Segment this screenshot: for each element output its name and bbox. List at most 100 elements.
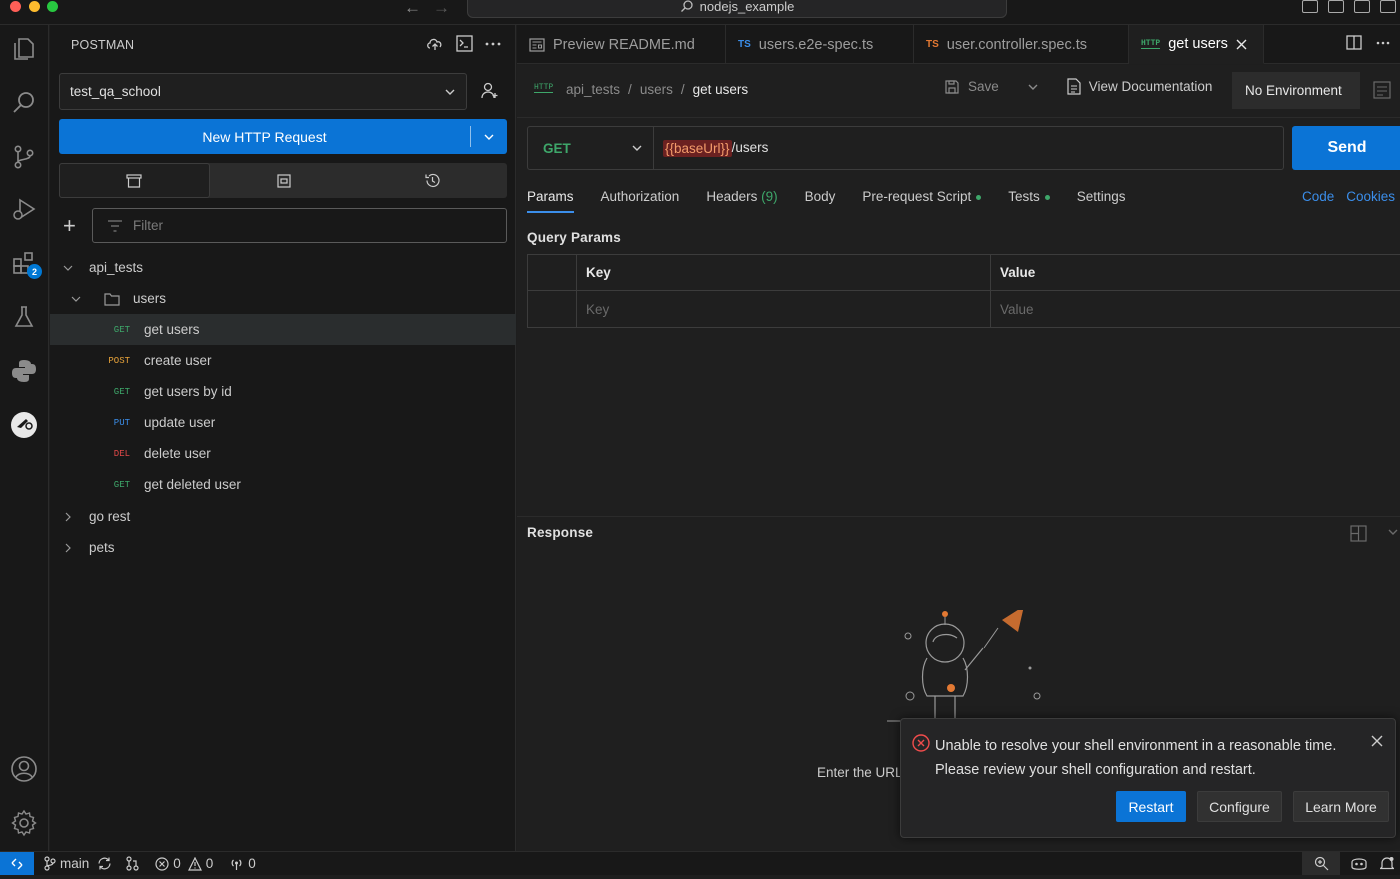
url-input[interactable]: {{baseUrl}} /users	[663, 139, 768, 157]
split-editor-icon[interactable]	[1346, 35, 1362, 50]
filter-input[interactable]: Filter	[92, 208, 507, 243]
request-toolbar: Save View Documentation	[944, 78, 1212, 95]
problems-indicator[interactable]: 0 0	[155, 856, 213, 871]
add-collection-button[interactable]: +	[63, 215, 76, 237]
request-row[interactable]: PUT update user	[50, 407, 516, 438]
sidebar-actions	[426, 35, 501, 52]
pull-request-indicator[interactable]	[126, 856, 139, 871]
http-icon: HTTP	[1141, 39, 1161, 49]
search-icon[interactable]	[8, 87, 40, 119]
environments-view-tab[interactable]	[210, 163, 359, 198]
tab-settings[interactable]: Settings	[1077, 189, 1126, 213]
forward-arrow-icon[interactable]: →	[433, 0, 450, 18]
python-icon[interactable]	[8, 355, 40, 387]
tab-users-e2e-spec[interactable]: TS users.e2e-spec.ts	[726, 25, 914, 64]
collection-name: go rest	[89, 509, 131, 524]
copilot-icon[interactable]	[1350, 856, 1368, 871]
view-documentation-button[interactable]: View Documentation	[1067, 78, 1212, 95]
tab-body[interactable]: Body	[805, 189, 836, 213]
request-row[interactable]: GET get users	[50, 314, 516, 345]
new-request-dropdown[interactable]	[471, 131, 507, 143]
request-row[interactable]: GET get users by id	[50, 376, 516, 407]
settings-gear-icon[interactable]	[8, 807, 40, 839]
chevron-down-icon[interactable]	[1027, 81, 1039, 93]
learn-more-button[interactable]: Learn More	[1293, 791, 1389, 822]
configure-button[interactable]: Configure	[1197, 791, 1282, 822]
postman-extension-icon[interactable]	[8, 409, 40, 441]
collection-row-api-tests[interactable]: api_tests	[50, 252, 516, 283]
history-view-tab[interactable]	[358, 163, 507, 198]
method-select[interactable]: GET	[528, 127, 654, 169]
tab-params[interactable]: Params	[527, 189, 574, 213]
value-input[interactable]: Value	[991, 291, 1400, 327]
sync-icon[interactable]	[97, 856, 112, 871]
request-row[interactable]: GET get deleted user	[50, 469, 516, 500]
request-row[interactable]: POST create user	[50, 345, 516, 376]
source-control-icon[interactable]	[8, 141, 40, 173]
tab-authorization[interactable]: Authorization	[601, 189, 680, 213]
send-button[interactable]: Send	[1292, 126, 1400, 170]
testing-icon[interactable]	[8, 301, 40, 333]
breadcrumb-collection[interactable]: api_tests	[566, 82, 620, 97]
tab-get-users[interactable]: HTTP get users	[1129, 25, 1264, 64]
toggle-secondary-sidebar-icon[interactable]	[1354, 0, 1370, 13]
tests-label: Tests	[1008, 189, 1040, 204]
explorer-icon[interactable]	[8, 33, 40, 65]
chevron-down-icon	[484, 134, 494, 140]
tab-tests[interactable]: Tests	[1008, 189, 1050, 213]
restart-button[interactable]: Restart	[1116, 791, 1186, 822]
key-column-header: Key	[577, 255, 991, 290]
toggle-panel-icon[interactable]	[1328, 0, 1344, 13]
broadcast-icon	[231, 859, 242, 870]
collection-row-pets[interactable]: pets	[50, 532, 516, 563]
more-actions-icon[interactable]	[485, 42, 501, 46]
cookies-link[interactable]: Cookies	[1346, 189, 1395, 204]
tab-pre-request-script[interactable]: Pre-request Script	[862, 189, 982, 213]
chevron-down-icon[interactable]	[1387, 526, 1399, 538]
tab-preview-readme[interactable]: Preview README.md	[517, 25, 726, 64]
folder-icon	[104, 292, 120, 306]
layout-toggle-icon[interactable]	[1350, 525, 1367, 542]
status-dot	[976, 194, 982, 200]
collection-row-go-rest[interactable]: go rest	[50, 501, 516, 532]
tab-user-controller-spec[interactable]: TS user.controller.spec.ts	[914, 25, 1129, 64]
ports-indicator[interactable]: 0	[229, 856, 256, 871]
folder-row-users[interactable]: users	[50, 283, 516, 314]
customize-layout-icon[interactable]	[1380, 0, 1396, 13]
workspace-select[interactable]: test_qa_school	[59, 73, 467, 110]
invite-user-icon[interactable]	[480, 81, 500, 101]
command-center-search[interactable]: nodejs_example	[467, 0, 1007, 18]
minimize-window-button[interactable]	[29, 1, 40, 12]
environment-select[interactable]: No Environment	[1232, 72, 1360, 109]
terminal-icon[interactable]	[456, 35, 473, 52]
branch-indicator[interactable]: main	[44, 856, 112, 871]
new-http-request-button[interactable]: New HTTP Request	[59, 119, 507, 154]
extensions-icon[interactable]: 2	[8, 247, 42, 279]
extensions-badge: 2	[27, 264, 42, 279]
save-button[interactable]: Save	[944, 79, 999, 95]
key-input[interactable]: Key	[577, 291, 991, 327]
breadcrumb-folder[interactable]: users	[640, 82, 673, 97]
collections-view-tab[interactable]	[59, 163, 210, 198]
account-icon[interactable]	[8, 753, 40, 785]
notifications-bell-icon[interactable]	[1380, 856, 1394, 871]
toggle-sidebar-icon[interactable]	[1302, 0, 1318, 13]
code-link[interactable]: Code	[1302, 189, 1334, 204]
close-window-button[interactable]	[10, 1, 21, 12]
pre-request-label: Pre-request Script	[862, 189, 972, 204]
zoom-indicator[interactable]	[1302, 852, 1340, 875]
cloud-upload-icon[interactable]	[426, 36, 444, 52]
back-arrow-icon[interactable]: ←	[404, 0, 421, 18]
response-divider[interactable]	[517, 516, 1400, 517]
row-checkbox-cell[interactable]	[528, 291, 577, 327]
remote-indicator[interactable]	[0, 852, 34, 875]
more-actions-icon[interactable]	[1376, 41, 1390, 45]
request-row[interactable]: DEL delete user	[50, 438, 516, 469]
tab-headers[interactable]: Headers (9)	[706, 189, 777, 213]
maximize-window-button[interactable]	[47, 1, 58, 12]
notification-message: Unable to resolve your shell environment…	[935, 734, 1365, 782]
close-icon[interactable]	[1371, 735, 1383, 747]
run-debug-icon[interactable]	[8, 193, 40, 225]
close-icon[interactable]	[1236, 39, 1247, 50]
environment-quick-look-icon[interactable]	[1373, 81, 1391, 99]
